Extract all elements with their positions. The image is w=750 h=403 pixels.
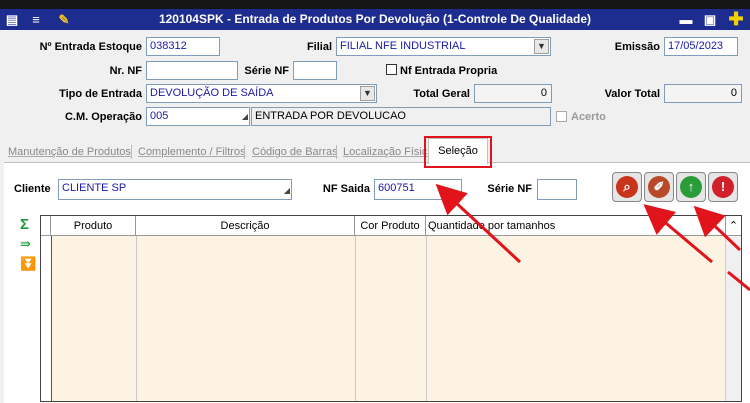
arrow-tail	[727, 270, 750, 292]
annotation-arrows	[435, 183, 750, 292]
arrow-to-confirm-button	[693, 205, 742, 252]
arrow-to-nf-saida	[435, 183, 522, 264]
